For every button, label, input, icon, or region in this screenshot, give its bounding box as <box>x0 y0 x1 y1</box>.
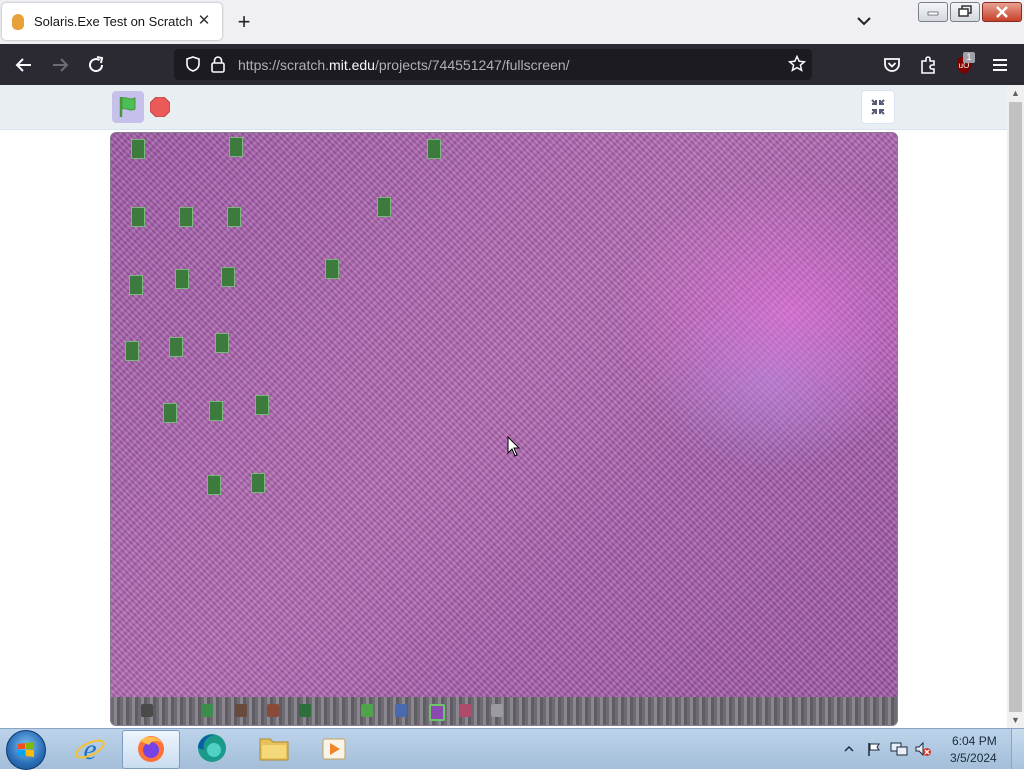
project-desktop-icon <box>179 207 193 227</box>
window-controls <box>918 2 1022 22</box>
project-desktop-icon <box>221 267 235 287</box>
taskbar-media-player[interactable] <box>306 730 362 767</box>
project-desktop-icon <box>207 475 221 495</box>
project-desktop-icon <box>229 137 243 157</box>
project-taskbar-icon <box>201 704 213 717</box>
minimize-button[interactable] <box>918 2 948 22</box>
close-window-button[interactable] <box>982 2 1022 22</box>
project-desktop-icon <box>163 403 177 423</box>
firefox-icon <box>138 736 164 762</box>
start-button[interactable] <box>6 730 46 770</box>
project-desktop-icon <box>131 139 145 159</box>
green-flag-icon <box>119 97 136 117</box>
browser-nav-bar: https://scratch.mit.edu/projects/7445512… <box>0 44 1024 85</box>
volume-muted-icon[interactable] <box>914 741 932 757</box>
menu-hamburger-icon[interactable] <box>988 53 1012 77</box>
project-taskbar-icon <box>361 704 373 717</box>
lock-icon[interactable] <box>210 55 226 73</box>
project-desktop-icon <box>325 259 339 279</box>
project-desktop-icon <box>227 207 241 227</box>
project-desktop-icon <box>209 401 223 421</box>
project-desktop-icon <box>255 395 269 415</box>
green-flag-button[interactable] <box>112 91 144 123</box>
project-taskbar-icon <box>429 704 445 721</box>
extension-badge: 1 <box>963 52 975 63</box>
project-taskbar-icon <box>395 704 407 717</box>
tray-expand-arrow-icon[interactable] <box>842 743 856 755</box>
clock-time[interactable]: 6:04 PM <box>952 734 997 748</box>
url-bar[interactable]: https://scratch.mit.edu/projects/7445512… <box>174 49 812 80</box>
clock-date[interactable]: 3/5/2024 <box>950 751 997 765</box>
file-explorer-icon <box>259 738 289 761</box>
scroll-thumb[interactable] <box>1009 102 1022 712</box>
show-desktop-button[interactable] <box>1011 729 1024 769</box>
taskbar-file-explorer[interactable] <box>246 730 302 767</box>
project-desktop-icon <box>215 333 229 353</box>
back-arrow-icon[interactable] <box>12 53 36 77</box>
project-desktop-icon <box>129 275 143 295</box>
internet-explorer-icon: e <box>75 733 105 766</box>
windows-taskbar: e 6:04 PM 3/5/2024 <box>0 728 1024 770</box>
project-desktop-icon <box>125 341 139 361</box>
scratch-favicon-icon <box>12 14 24 30</box>
pocket-icon[interactable] <box>880 53 904 77</box>
exit-fullscreen-button[interactable] <box>861 90 895 124</box>
shield-icon[interactable] <box>184 55 202 73</box>
project-desktop-icon <box>251 473 265 493</box>
restore-button[interactable] <box>950 2 980 22</box>
scratch-stage-canvas[interactable] <box>110 132 898 726</box>
forward-arrow-icon[interactable] <box>48 53 72 77</box>
project-taskbar <box>111 697 897 725</box>
stop-icon[interactable] <box>150 97 170 117</box>
project-taskbar-icon <box>299 704 311 717</box>
extensions-puzzle-icon[interactable] <box>916 53 940 77</box>
project-taskbar-icon <box>459 704 471 717</box>
media-player-icon <box>322 738 346 760</box>
tab-title: Solaris.Exe Test on Scratch <box>34 14 193 29</box>
project-taskbar-icon <box>267 704 279 717</box>
scroll-down-arrow-icon[interactable]: ▼ <box>1007 712 1024 729</box>
project-taskbar-icon <box>141 704 153 717</box>
scroll-up-arrow-icon[interactable]: ▲ <box>1007 85 1024 102</box>
taskbar-internet-explorer[interactable]: e <box>62 730 118 767</box>
taskbar-firefox[interactable] <box>122 730 180 769</box>
scratch-stage-header <box>0 85 1007 130</box>
taskbar-edge[interactable] <box>184 730 240 767</box>
mouse-cursor-icon <box>507 436 521 457</box>
tab-close-icon[interactable]: ✕ <box>194 11 214 31</box>
url-text: https://scratch.mit.edu/projects/7445512… <box>238 57 570 73</box>
project-desktop-icon <box>175 269 189 289</box>
bookmark-star-icon[interactable] <box>788 55 806 73</box>
exit-fullscreen-icon <box>871 99 885 115</box>
reload-icon[interactable] <box>84 53 108 77</box>
network-icon[interactable] <box>890 741 908 757</box>
new-tab-button[interactable]: + <box>232 11 256 33</box>
project-desktop-icon <box>427 139 441 159</box>
project-desktop-icon <box>377 197 391 217</box>
browser-tab-strip: Solaris.Exe Test on Scratch ✕ + <box>0 0 1024 44</box>
list-tabs-chevron-icon[interactable] <box>854 11 874 31</box>
project-taskbar-icon <box>235 704 247 717</box>
browser-tab[interactable]: Solaris.Exe Test on Scratch ✕ <box>2 3 222 40</box>
edge-icon <box>198 734 226 762</box>
project-taskbar-icon <box>491 704 503 717</box>
windows-logo-icon <box>18 742 34 757</box>
project-desktop-icon <box>131 207 145 227</box>
svg-text:e: e <box>83 733 96 766</box>
project-desktop-icon <box>169 337 183 357</box>
action-center-flag-icon[interactable] <box>866 741 882 757</box>
page-scrollbar[interactable]: ▲ ▼ <box>1007 85 1024 729</box>
